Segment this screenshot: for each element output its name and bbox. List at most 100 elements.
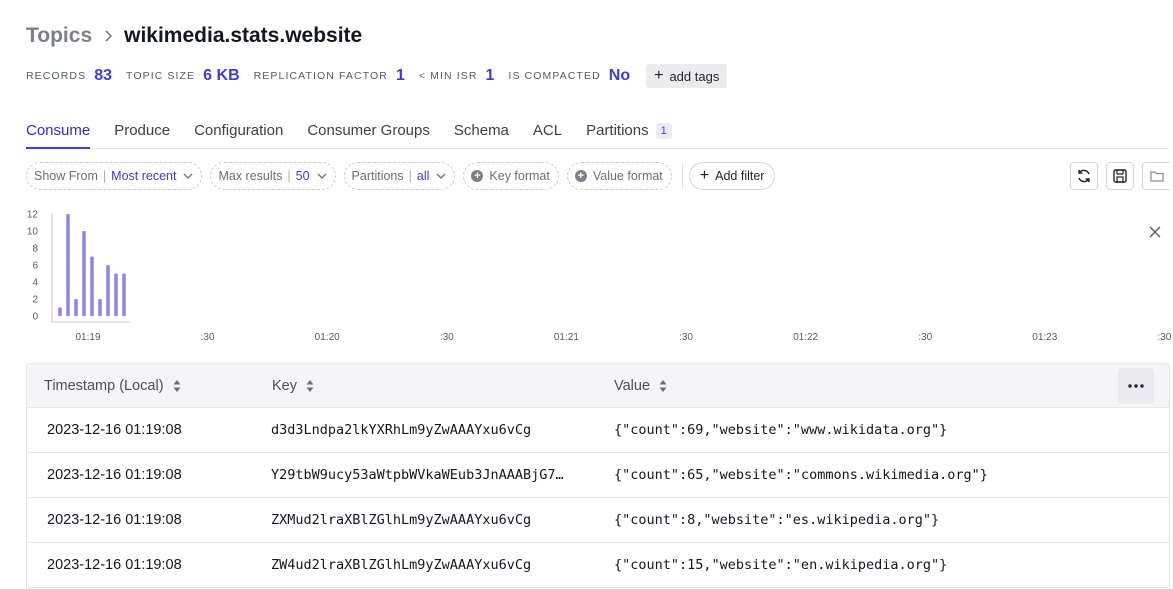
timestamp-cell: 2023-12-16 01:19:08: [47, 422, 182, 438]
tab-produce[interactable]: Produce: [114, 118, 170, 149]
stat-label: IS COMPACTED: [508, 70, 601, 82]
add-filter-label: Add filter: [715, 169, 765, 183]
y-tick-label: 10: [27, 227, 39, 238]
x-tick-label: 01:20: [315, 332, 340, 343]
histogram-bar[interactable]: [106, 265, 110, 316]
y-tick-label: 0: [32, 312, 38, 323]
topic-stats: RECORDS 83 TOPIC SIZE 6 KB REPLICATION F…: [26, 64, 728, 88]
tab-label: Consumer Groups: [307, 122, 430, 139]
y-tick-label: 8: [32, 244, 38, 255]
value-cell: {"count":69,"website":"www.wikidata.org"…: [614, 422, 948, 438]
histogram-bar[interactable]: [98, 299, 102, 316]
tab-label: Configuration: [194, 122, 284, 139]
tab-label: ACL: [532, 122, 563, 139]
stat-replication-factor: REPLICATION FACTOR 1: [254, 67, 405, 85]
tab-count-badge: 1: [655, 123, 672, 139]
add-tags-label: add tags: [669, 68, 720, 84]
table-row[interactable]: 2023-12-16 01:19:08 d3d3Lndpa2lkYXRhLm9y…: [27, 408, 1169, 453]
tab-label: Schema: [453, 122, 509, 139]
tab-schema[interactable]: Schema: [454, 118, 509, 149]
column-header-value[interactable]: Value: [614, 364, 667, 408]
filter-label: Key format: [489, 169, 550, 183]
table-row[interactable]: 2023-12-16 01:19:08 ZW4ud2lraXBlZGlhLm9y…: [27, 543, 1169, 588]
add-tags-button[interactable]: + add tags: [646, 64, 728, 88]
histogram-bar[interactable]: [114, 273, 118, 317]
stat-value: No: [608, 67, 631, 84]
close-chart-button[interactable]: [1147, 224, 1163, 240]
tab-configuration[interactable]: Configuration: [194, 118, 283, 149]
table-row[interactable]: 2023-12-16 01:19:08 ZXMud2lraXBlZGlhLm9y…: [27, 498, 1169, 543]
timestamp-cell: 2023-12-16 01:19:08: [47, 512, 182, 528]
timestamp-cell: 2023-12-16 01:19:08: [47, 467, 182, 483]
messages-histogram: 0 2 4 6 8 10 12 01:19:30 01:20:30 01:21:30 01:22:…: [27, 210, 1172, 344]
max-results-select[interactable]: Max results | 50: [210, 162, 336, 190]
stat-label: TOPIC SIZE: [126, 70, 196, 82]
column-label: Key: [272, 378, 297, 394]
histogram-bar[interactable]: [58, 307, 62, 317]
folder-icon: [1149, 170, 1164, 182]
x-tick-label: :30: [440, 332, 454, 343]
filter-label: Show From: [34, 169, 98, 183]
column-options-button[interactable]: [1118, 368, 1154, 404]
x-tick-label: :30: [679, 332, 693, 343]
chevron-right-icon: [104, 29, 114, 43]
refresh-button[interactable]: [1070, 162, 1098, 190]
show-from-select[interactable]: Show From | Most recent: [26, 162, 203, 190]
tab-partitions[interactable]: Partitions 1: [586, 118, 672, 149]
column-header-timestamp[interactable]: Timestamp (Local): [44, 364, 181, 408]
topic-tabs: Consume Produce Configuration Consumer G…: [26, 118, 1169, 149]
save-button[interactable]: [1106, 162, 1134, 190]
breadcrumb: Topics wikimedia.stats.website: [26, 22, 362, 50]
column-label: Timestamp (Local): [44, 378, 164, 394]
histogram-bar[interactable]: [82, 231, 86, 316]
y-tick-label: 2: [32, 295, 38, 306]
filter-bar: Show From | Most recent Max results | 50…: [26, 162, 776, 190]
plus-circle-icon: +: [574, 170, 587, 182]
partitions-select[interactable]: Partitions | all: [343, 162, 456, 190]
close-icon: [1149, 226, 1161, 238]
tab-consume[interactable]: Consume: [26, 118, 91, 149]
histogram-bar[interactable]: [90, 256, 94, 317]
value-format-button[interactable]: + Value format: [566, 162, 672, 190]
breadcrumb-topics-link[interactable]: Topics: [26, 24, 92, 48]
key-format-button[interactable]: + Key format: [463, 162, 559, 190]
open-folder-button[interactable]: [1142, 162, 1170, 190]
key-cell: d3d3Lndpa2lkYXRhLm9yZwAAAYxu6vCg: [271, 422, 532, 438]
stat-min-isr: < MIN ISR 1: [419, 67, 495, 85]
divider: [681, 163, 683, 189]
filter-label: Value format: [592, 169, 663, 183]
histogram-bar[interactable]: [66, 214, 70, 316]
histogram-bar[interactable]: [74, 299, 78, 316]
more-horizontal-icon: [1128, 384, 1144, 388]
stat-value: 83: [94, 67, 113, 84]
key-cell: Y29tbW9ucy53aWtpbWVkaWEub3JnAAABjG7…: [271, 467, 564, 483]
stat-is-compacted: IS COMPACTED No: [508, 67, 630, 85]
stat-value: 1: [485, 67, 495, 84]
value-cell: {"count":8,"website":"es.wikipedia.org"}: [614, 512, 940, 528]
y-tick-label: 4: [32, 278, 38, 289]
column-header-key[interactable]: Key: [272, 364, 314, 408]
tab-label: Partitions: [586, 122, 649, 139]
sort-icon: [173, 379, 181, 393]
table-header: Timestamp (Local) Key Value: [27, 364, 1169, 408]
histogram-bar[interactable]: [122, 273, 126, 317]
y-tick-label: 12: [27, 210, 39, 221]
timestamp-cell: 2023-12-16 01:19:08: [47, 557, 182, 573]
tab-acl[interactable]: ACL: [533, 118, 562, 149]
stat-records: RECORDS 83: [26, 67, 112, 85]
x-tick-label: :30: [201, 332, 215, 343]
column-label: Value: [614, 378, 651, 394]
tab-consumer-groups[interactable]: Consumer Groups: [307, 118, 430, 149]
stat-label: RECORDS: [26, 70, 87, 82]
add-filter-button[interactable]: + Add filter: [688, 162, 776, 190]
stat-label: REPLICATION FACTOR: [253, 70, 388, 82]
stat-label: < MIN ISR: [418, 70, 478, 82]
sort-icon: [659, 379, 667, 393]
save-icon: [1113, 169, 1127, 183]
separator: |: [287, 169, 291, 183]
stat-value: 1: [395, 67, 405, 84]
chevron-down-icon: [183, 173, 193, 179]
tab-label: Produce: [114, 122, 171, 139]
filter-value: Most recent: [111, 169, 177, 183]
table-row[interactable]: 2023-12-16 01:19:08 Y29tbW9ucy53aWtpbWVk…: [27, 453, 1169, 498]
